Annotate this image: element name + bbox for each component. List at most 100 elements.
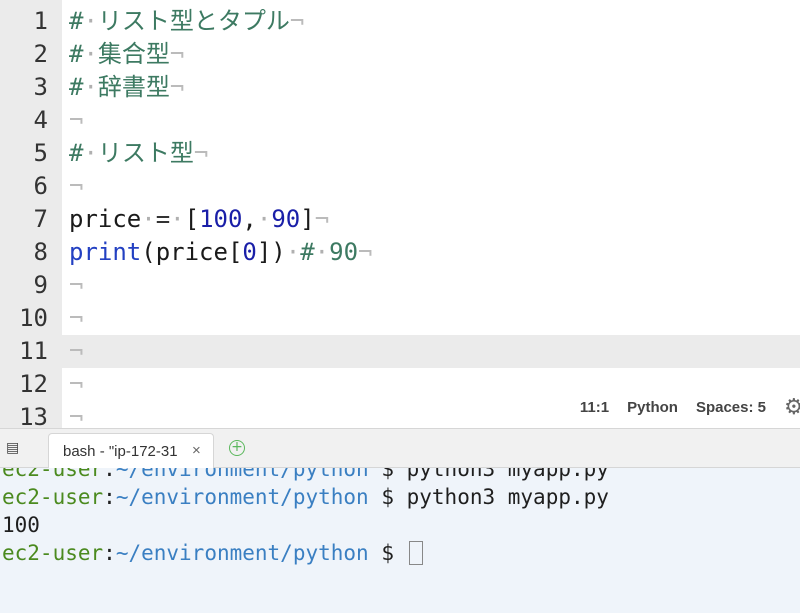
line-number: 11 [19, 337, 48, 365]
code-text: print(price[0])·#·90¬ [69, 236, 372, 269]
code-token: # [69, 40, 84, 68]
code-text: ¬ [69, 335, 83, 368]
terminal-line: ec2-user:~/environment/python $ python3 … [2, 468, 609, 483]
code-token: 100 [199, 205, 243, 233]
prompt-separator: : [103, 541, 116, 565]
prompt-user: ec2-user [2, 485, 104, 509]
code-token: [ [184, 205, 200, 233]
terminal-cursor [408, 541, 423, 565]
code-token: # [300, 238, 315, 266]
line-number: 9 [33, 271, 48, 299]
whitespace-marker: · [83, 40, 98, 68]
code-token: 集合型 [97, 40, 170, 68]
code-token: 0 [242, 238, 257, 266]
terminal-line: 100 [2, 511, 40, 539]
line-number: 6 [33, 172, 48, 200]
code-text: #·リスト型とタプル¬ [69, 5, 304, 38]
whitespace-marker: · [314, 238, 330, 266]
prompt-separator: : [103, 485, 116, 509]
code-line[interactable]: 4 ¬ [0, 104, 800, 137]
code-line[interactable]: 3 #·辞書型¬ [0, 71, 800, 104]
code-token: リスト型 [97, 139, 194, 167]
whitespace-marker: · [285, 238, 301, 266]
line-number: 12 [19, 370, 48, 398]
prompt-path: ~/environment/python [115, 541, 369, 565]
language-mode[interactable]: Python [627, 399, 678, 416]
line-number: 10 [19, 304, 48, 332]
indent-setting[interactable]: Spaces: 5 [696, 399, 766, 416]
terminal-line: ec2-user:~/environment/python $ [2, 539, 423, 567]
terminal-output-text: 100 [2, 513, 40, 537]
panel-menu-icon[interactable]: ▤ [6, 441, 22, 455]
line-number: 7 [33, 205, 48, 233]
code-token: ] [300, 205, 315, 233]
eol-marker: ¬ [358, 238, 373, 266]
editor-status-bar: 11:1 Python Spaces: 5 ⚙ [580, 392, 800, 422]
terminal-tab-bar: ▤ bash - "ip-172-31 × + [0, 428, 800, 469]
prompt-path: ~/environment/python [115, 485, 369, 509]
prompt-command: $ python3 myapp.py [368, 485, 609, 509]
code-line[interactable]: 1 #·リスト型とタプル¬ [0, 5, 800, 38]
code-text: ¬ [69, 269, 83, 302]
eol-marker: ¬ [69, 337, 84, 365]
code-text: ¬ [69, 368, 83, 401]
eol-marker: ¬ [69, 106, 84, 134]
code-line[interactable]: 2 #·集合型¬ [0, 38, 800, 71]
code-token: print [69, 238, 142, 266]
code-token: = [155, 205, 171, 233]
line-number: 8 [33, 238, 48, 266]
code-text: #·集合型¬ [69, 38, 184, 71]
eol-marker: ¬ [289, 7, 305, 35]
code-text: ¬ [69, 104, 83, 137]
prompt-user: ec2-user [2, 541, 104, 565]
prompt-command: $ python3 myapp.py [368, 468, 609, 481]
prompt-user: ec2-user [2, 468, 104, 481]
eol-marker: ¬ [169, 40, 185, 68]
whitespace-marker: · [83, 7, 98, 35]
whitespace-marker: · [256, 205, 272, 233]
whitespace-marker: · [83, 73, 98, 101]
code-text: ¬ [69, 401, 83, 428]
terminal-output[interactable]: ec2-user:~/environment/python $ python3 … [0, 468, 800, 613]
whitespace-marker: · [141, 205, 156, 233]
prompt-path: ~/environment/python [115, 468, 369, 481]
add-tab-icon[interactable]: + [229, 440, 245, 456]
cursor-position[interactable]: 11:1 [580, 399, 609, 416]
line-number: 13 [19, 403, 48, 428]
gear-icon[interactable]: ⚙ [784, 394, 800, 420]
code-token: ]) [256, 238, 286, 266]
code-token: # [69, 139, 84, 167]
code-token: # [69, 73, 84, 101]
prompt-command: $ [368, 541, 407, 565]
code-line[interactable]: 6 ¬ [0, 170, 800, 203]
code-token: # [69, 7, 84, 35]
tab-bash-terminal[interactable]: bash - "ip-172-31 × [48, 433, 214, 469]
code-token: 90 [329, 238, 359, 266]
code-line[interactable]: 7 price·=·[100,·90]¬ [0, 203, 800, 236]
code-token: 辞書型 [97, 73, 170, 101]
code-line[interactable]: 9 ¬ [0, 269, 800, 302]
code-line[interactable]: 8 print(price[0])·#·90¬ [0, 236, 800, 269]
code-line[interactable]: 11 ¬ [0, 335, 800, 368]
code-text: #·辞書型¬ [69, 71, 184, 104]
code-token: リスト型とタプル [97, 7, 290, 35]
eol-marker: ¬ [314, 205, 330, 233]
eol-marker: ¬ [69, 370, 84, 398]
code-line[interactable]: 5 #·リスト型¬ [0, 137, 800, 170]
prompt-separator: : [103, 468, 116, 481]
line-number: 1 [33, 7, 48, 35]
eol-marker: ¬ [69, 403, 84, 428]
whitespace-marker: · [83, 139, 98, 167]
code-token: , [242, 205, 257, 233]
tab-label: bash - "ip-172-31 [63, 443, 178, 460]
code-token: price [69, 205, 142, 233]
code-text: #·リスト型¬ [69, 137, 208, 170]
code-text: ¬ [69, 170, 83, 203]
code-editor[interactable]: 1 #·リスト型とタプル¬ 2 #·集合型¬ 3 #·辞書型¬ 4 ¬ 5 #·リスト型¬ 6 ¬ 7 p… [0, 0, 800, 428]
whitespace-marker: · [170, 205, 185, 233]
close-icon[interactable]: × [192, 442, 201, 459]
eol-marker: ¬ [69, 172, 84, 200]
line-number: 3 [33, 73, 48, 101]
code-line[interactable]: 10 ¬ [0, 302, 800, 335]
eol-marker: ¬ [169, 73, 185, 101]
